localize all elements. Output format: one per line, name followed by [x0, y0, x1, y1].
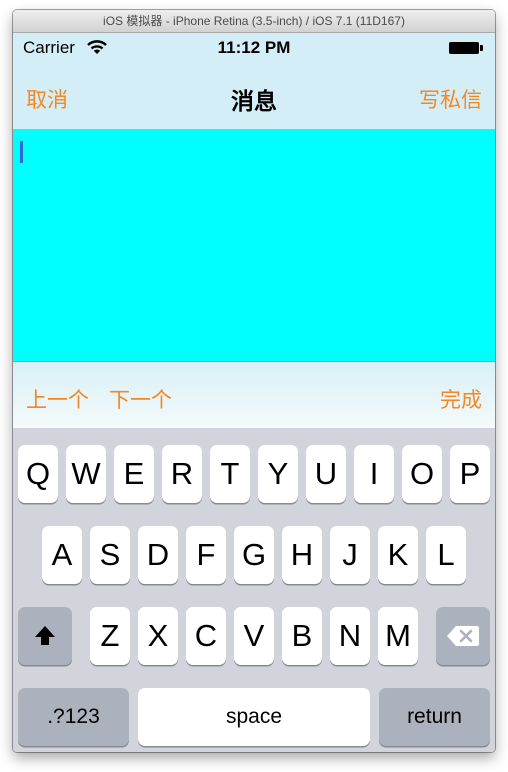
key-y[interactable]: Y	[258, 445, 298, 503]
key-u[interactable]: U	[306, 445, 346, 503]
key-p[interactable]: P	[450, 445, 490, 503]
next-field-button[interactable]: 下一个	[109, 384, 172, 414]
status-time: 11:12 PM	[217, 38, 291, 57]
key-d[interactable]: D	[138, 526, 178, 584]
key-n[interactable]: N	[330, 607, 370, 665]
key-z[interactable]: Z	[90, 607, 130, 665]
shift-arrow-icon	[35, 626, 55, 645]
key-q[interactable]: Q	[18, 445, 58, 503]
key-r[interactable]: R	[162, 445, 202, 503]
done-button[interactable]: 完成	[440, 384, 482, 414]
key-v[interactable]: V	[234, 607, 274, 665]
key-l[interactable]: L	[426, 526, 466, 584]
key-c[interactable]: C	[186, 607, 226, 665]
key-g[interactable]: G	[234, 526, 274, 584]
backspace-icon	[447, 626, 479, 646]
return-key[interactable]: return	[379, 688, 490, 746]
space-key[interactable]: space	[138, 688, 370, 746]
simulator-window: iOS 模拟器 - iPhone Retina (3.5-inch) / iOS…	[13, 10, 495, 752]
keyboard: Q W E R T Y U I O P A S D F G H J K L Z …	[13, 428, 495, 752]
key-w[interactable]: W	[66, 445, 106, 503]
navigation-bar: 取消 消息 写私信	[13, 77, 495, 121]
key-b[interactable]: B	[282, 607, 322, 665]
key-k[interactable]: K	[378, 526, 418, 584]
text-caret	[20, 141, 23, 163]
numbers-key[interactable]: .?123	[18, 688, 129, 746]
key-s[interactable]: S	[90, 526, 130, 584]
key-x[interactable]: X	[138, 607, 178, 665]
shift-key[interactable]	[18, 607, 72, 665]
message-text-area[interactable]	[13, 129, 495, 362]
compose-private-message-button[interactable]: 写私信	[419, 84, 482, 114]
key-f[interactable]: F	[186, 526, 226, 584]
previous-field-button[interactable]: 上一个	[26, 384, 89, 414]
key-m[interactable]: M	[378, 607, 418, 665]
status-bar: Carrier 11:12 PM	[13, 33, 495, 63]
iphone-screen: Carrier 11:12 PM 取消 消息 写私信 上一个 下一个 完成 Q …	[13, 33, 495, 752]
key-o[interactable]: O	[402, 445, 442, 503]
battery-tip-icon	[480, 45, 483, 51]
key-e[interactable]: E	[114, 445, 154, 503]
keyboard-accessory-bar: 上一个 下一个 完成	[13, 362, 495, 428]
window-title: iOS 模拟器 - iPhone Retina (3.5-inch) / iOS…	[13, 10, 495, 33]
delete-key[interactable]	[436, 607, 490, 665]
key-a[interactable]: A	[42, 526, 82, 584]
key-h[interactable]: H	[282, 526, 322, 584]
key-i[interactable]: I	[354, 445, 394, 503]
key-t[interactable]: T	[210, 445, 250, 503]
battery-icon	[449, 42, 479, 54]
key-j[interactable]: J	[330, 526, 370, 584]
